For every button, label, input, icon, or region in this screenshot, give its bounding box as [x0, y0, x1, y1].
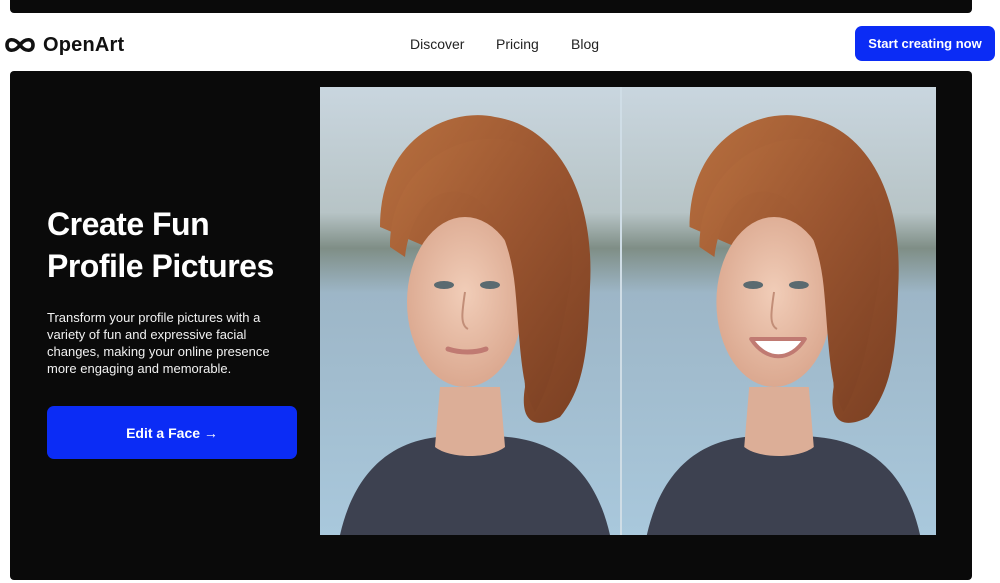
edit-a-face-button[interactable]: Edit a Face →: [47, 406, 297, 459]
hero-title-line-1: Create Fun: [47, 206, 210, 242]
brand-name: OpenArt: [43, 33, 125, 56]
nav-item-discover[interactable]: Discover: [410, 35, 464, 53]
before-after-panel: [320, 87, 936, 535]
start-creating-button[interactable]: Start creating now: [855, 26, 995, 61]
before-photo: [320, 87, 620, 535]
nav-item-blog[interactable]: Blog: [571, 35, 599, 53]
hero-title-line-2: Profile Pictures: [47, 248, 274, 284]
after-photo: [620, 87, 936, 535]
navbar: OpenArt Discover Pricing Blog Start crea…: [0, 13, 1000, 75]
nav-item-pricing[interactable]: Pricing: [496, 35, 539, 53]
hero-title: Create Fun Profile Pictures: [47, 203, 317, 287]
hero-description: Transform your profile pictures with a v…: [47, 310, 270, 376]
infinity-icon: [5, 37, 35, 53]
brand-logo[interactable]: OpenArt: [3, 33, 124, 57]
hero-section: Create Fun Profile Pictures Transform yo…: [10, 71, 972, 580]
top-dark-strip: [10, 0, 972, 13]
